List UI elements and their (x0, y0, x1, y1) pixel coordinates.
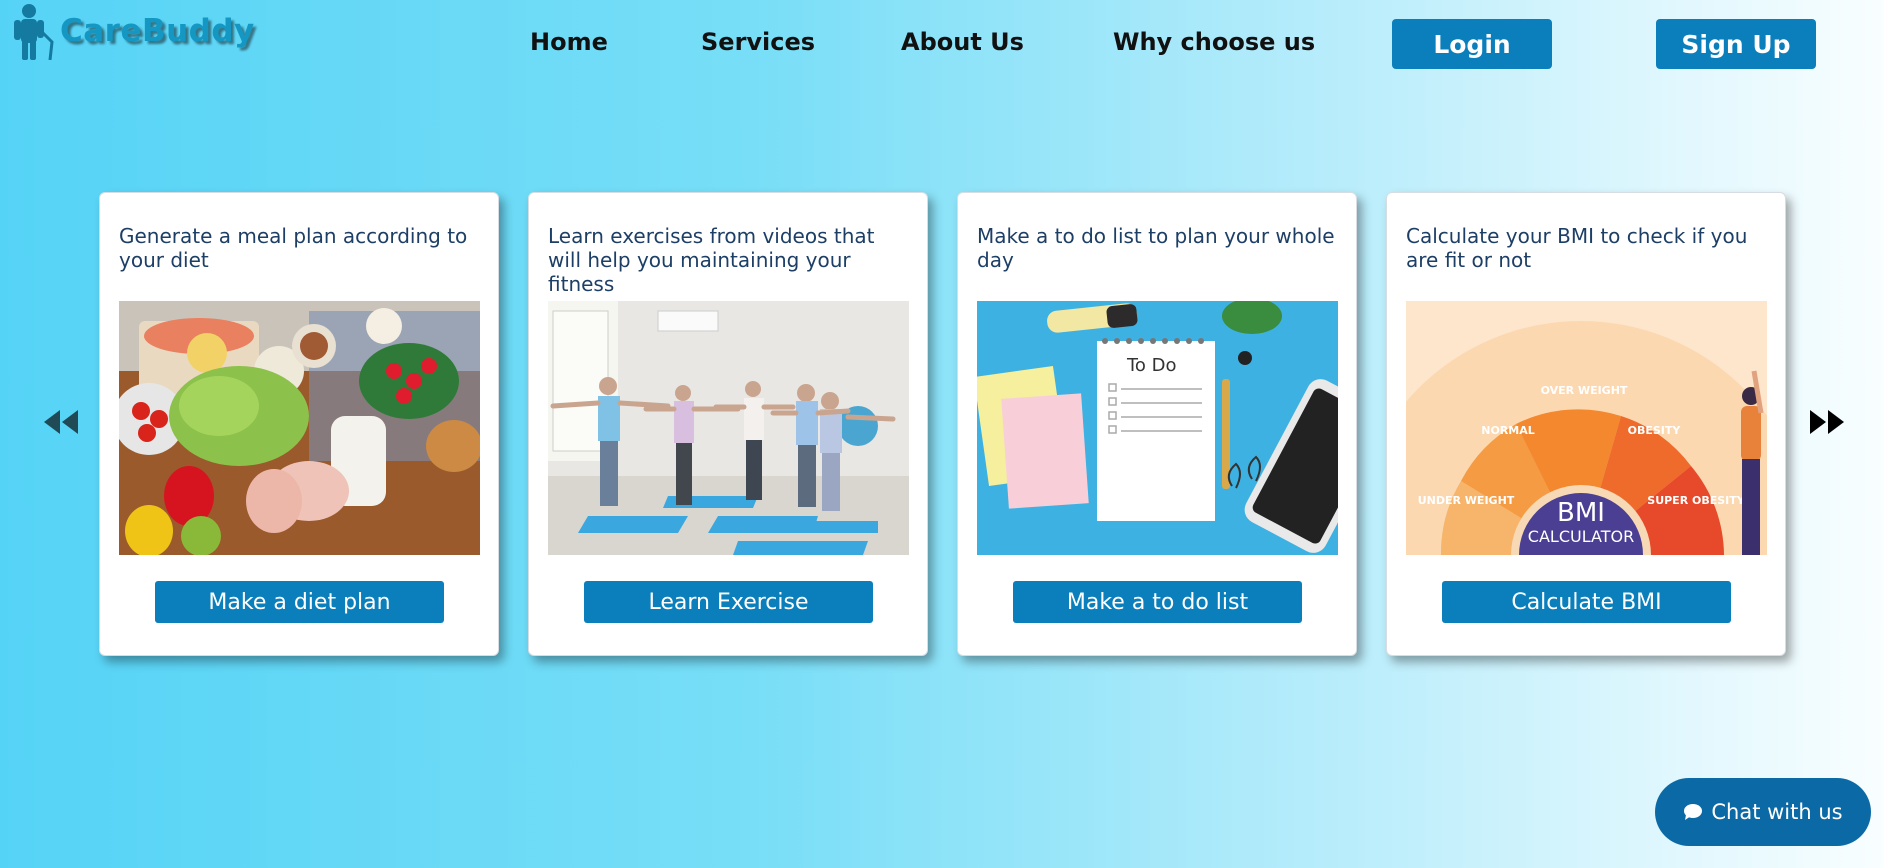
calculate-bmi-button[interactable]: Calculate BMI (1442, 581, 1731, 623)
food-ingredients-image (119, 301, 480, 555)
card-description: Learn exercises from videos that will he… (548, 224, 875, 296)
seniors-exercising-image (548, 301, 909, 555)
bmi-calculator-image: UNDER WEIGHT NORMAL OVER WEIGHT OBESITY … (1406, 301, 1767, 555)
todo-notepad-image: To Do (977, 301, 1338, 555)
card-learn-exercise: Learn exercises from videos that will he… (528, 192, 928, 656)
card-calculate-bmi: Calculate your BMI to check if you are f… (1386, 192, 1786, 656)
bmi-segment-normal: NORMAL (1481, 424, 1535, 437)
make-todo-list-button[interactable]: Make a to do list (1013, 581, 1302, 623)
bmi-segment-super-obesity: SUPER OBESITY (1647, 494, 1745, 507)
chat-label: Chat with us (1711, 800, 1843, 824)
card-description: Calculate your BMI to check if you are f… (1406, 224, 1748, 272)
card-description: Make a to do list to plan your whole day (977, 224, 1335, 272)
notepad-title-label: To Do (1126, 355, 1177, 376)
card-diet-plan: Generate a meal plan according to your d… (99, 192, 499, 656)
login-button[interactable]: Login (1392, 19, 1552, 69)
brand-name: CareBuddy (60, 13, 255, 49)
bmi-subtitle: CALCULATOR (1528, 527, 1634, 546)
nav-why-choose-us[interactable]: Why choose us (1113, 28, 1315, 56)
nav-about-us[interactable]: About Us (901, 28, 1024, 56)
bmi-segment-obesity: OBESITY (1628, 424, 1682, 437)
chat-with-us-button[interactable]: Chat with us (1655, 778, 1871, 846)
person-icon (14, 4, 54, 60)
bmi-segment-under-weight: UNDER WEIGHT (1418, 494, 1515, 507)
bmi-title: BMI (1557, 498, 1605, 528)
nav-home[interactable]: Home (530, 28, 608, 56)
make-diet-plan-button[interactable]: Make a diet plan (155, 581, 444, 623)
bmi-segment-over-weight: OVER WEIGHT (1541, 384, 1628, 397)
double-right-arrow-icon[interactable] (1806, 404, 1846, 440)
chat-bubble-icon (1684, 804, 1703, 820)
learn-exercise-button[interactable]: Learn Exercise (584, 581, 873, 623)
navbar: CareBuddy Home Services About Us Why cho… (0, 0, 1884, 90)
brand-logo[interactable]: CareBuddy (12, 2, 255, 60)
nav-services[interactable]: Services (701, 28, 815, 56)
card-todo-list: Make a to do list to plan your whole day… (957, 192, 1357, 656)
double-left-arrow-icon[interactable] (42, 404, 82, 440)
card-description: Generate a meal plan according to your d… (119, 224, 468, 272)
signup-button[interactable]: Sign Up (1656, 19, 1816, 69)
